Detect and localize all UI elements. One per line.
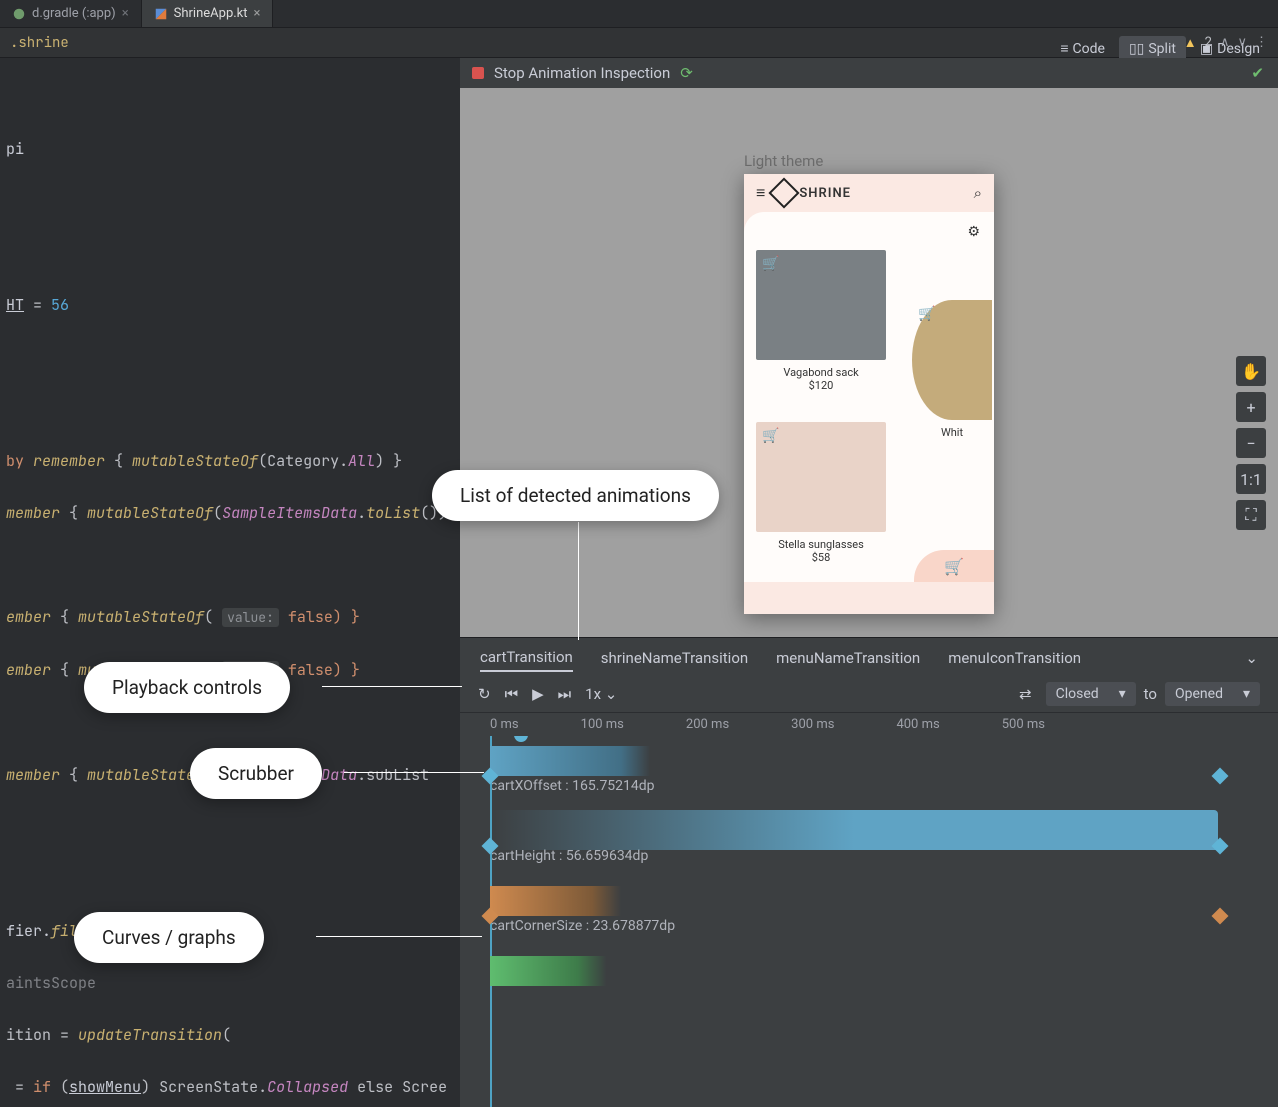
- tab-label: ShrineApp.kt: [174, 6, 248, 21]
- image-icon: ▣: [1200, 41, 1213, 57]
- curve: [490, 810, 1218, 850]
- animation-inspector: cartTransition shrineNameTransition menu…: [460, 637, 1278, 1107]
- stop-animation-label[interactable]: Stop Animation Inspection: [494, 64, 670, 82]
- zoom-in-button[interactable]: +: [1236, 392, 1266, 422]
- brand-logo: SHRINE: [773, 182, 851, 204]
- track-cartheight: cartHeight : 56.659634dp: [490, 816, 1248, 864]
- anim-tab-menu-icon[interactable]: menuIconTransition: [948, 645, 1081, 671]
- playback-row: ↻ ⏮ ▶ ⏭ 1x ⌄ ⇄ Closed▾ to Opened▾: [460, 676, 1278, 713]
- close-icon[interactable]: ×: [122, 6, 129, 21]
- add-cart-icon[interactable]: 🛒: [762, 428, 779, 444]
- animation-tabs: cartTransition shrineNameTransition menu…: [460, 638, 1278, 676]
- leader-line: [344, 772, 484, 773]
- preview-toolbar: Stop Animation Inspection ⟳ ✔: [460, 58, 1278, 88]
- chevron-down-icon: ▾: [1119, 686, 1126, 702]
- callout-playback: Playback controls: [84, 662, 290, 713]
- state-to-dropdown[interactable]: Opened▾: [1165, 682, 1260, 706]
- time-ruler[interactable]: 0 ms 100 ms 200 ms 300 ms 400 ms 500 ms: [460, 713, 1278, 736]
- pan-button[interactable]: ✋: [1236, 356, 1266, 386]
- backdrop-sheet: ⚙ 🛒 Vagabond sack $120 🛒: [744, 212, 994, 582]
- chevron-down-icon[interactable]: ⌄: [1245, 649, 1258, 667]
- play-icon[interactable]: ▶: [532, 685, 544, 703]
- callout-curves: Curves / graphs: [74, 912, 264, 963]
- refresh-icon[interactable]: ⟳: [680, 64, 693, 82]
- curve: [490, 886, 1218, 916]
- speed-dropdown[interactable]: 1x ⌄: [585, 685, 617, 703]
- split-icon: ▯▯: [1129, 41, 1144, 57]
- go-start-icon[interactable]: ⏮: [505, 685, 519, 703]
- check-icon: ✔: [1251, 64, 1264, 82]
- add-cart-icon[interactable]: 🛒: [762, 256, 779, 272]
- kotlin-icon: [154, 7, 168, 21]
- theme-label: Light theme: [744, 152, 994, 170]
- state-from-dropdown[interactable]: Closed▾: [1046, 682, 1136, 706]
- timeline[interactable]: cartXOffset : 165.75214dp cartHeight : 5…: [460, 736, 1278, 1107]
- go-end-icon[interactable]: ⏭: [558, 685, 572, 703]
- scrubber-head[interactable]: [514, 736, 528, 742]
- app-bar: ≡ SHRINE ⌕: [744, 174, 994, 212]
- cart-button[interactable]: 🛒: [914, 550, 994, 582]
- zoom-fit-button[interactable]: ⛶: [1236, 500, 1266, 530]
- anim-tab-cart[interactable]: cartTransition: [480, 644, 573, 672]
- product-card[interactable]: 🛒 Whit: [912, 300, 992, 439]
- tab-label: d.gradle (:app): [32, 6, 116, 21]
- zoom-out-button[interactable]: −: [1236, 428, 1266, 458]
- logo-icon: [769, 177, 800, 208]
- stop-icon[interactable]: [472, 67, 484, 79]
- curve: [490, 956, 1218, 986]
- leader-line: [322, 686, 462, 687]
- editor-tabs: d.gradle (:app) × ShrineApp.kt ×: [0, 0, 1278, 28]
- callout-list: List of detected animations: [432, 470, 719, 521]
- product-card[interactable]: 🛒 Stella sunglasses $58: [756, 422, 886, 564]
- product-card[interactable]: 🛒 Vagabond sack $120: [756, 250, 886, 392]
- zoom-controls: ✋ + − 1:1 ⛶: [1236, 356, 1266, 530]
- track-cartxoffset: cartXOffset : 165.75214dp: [490, 746, 1248, 794]
- package-path: .shrine: [10, 34, 69, 52]
- search-icon[interactable]: ⌕: [974, 184, 982, 202]
- leader-line: [316, 936, 482, 937]
- close-icon[interactable]: ×: [254, 6, 261, 21]
- add-cart-icon[interactable]: 🛒: [918, 306, 935, 322]
- filter-icon[interactable]: ⚙: [967, 224, 980, 240]
- track-cartcornersize: cartCornerSize : 23.678877dp: [490, 886, 1248, 934]
- chevron-down-icon: ▾: [1243, 686, 1250, 702]
- anim-tab-menu-name[interactable]: menuNameTransition: [776, 645, 920, 671]
- swap-icon[interactable]: ⇄: [1019, 685, 1032, 703]
- callout-scrubber: Scrubber: [190, 748, 322, 799]
- track-extra: [490, 956, 1248, 986]
- list-icon: ≡: [1060, 40, 1068, 57]
- zoom-reset-button[interactable]: 1:1: [1236, 464, 1266, 494]
- leader-line: [578, 522, 579, 640]
- anim-tab-shrine-name[interactable]: shrineNameTransition: [601, 645, 748, 671]
- loop-icon[interactable]: ↻: [478, 685, 491, 703]
- gradle-icon: [12, 7, 26, 21]
- tab-shrine-app[interactable]: ShrineApp.kt ×: [142, 0, 274, 27]
- tab-build-gradle[interactable]: d.gradle (:app) ×: [0, 0, 142, 27]
- device-preview[interactable]: ≡ SHRINE ⌕ ⚙ 🛒 Vagabond sa: [744, 174, 994, 614]
- curve: [490, 746, 1218, 776]
- menu-icon[interactable]: ≡: [756, 183, 765, 203]
